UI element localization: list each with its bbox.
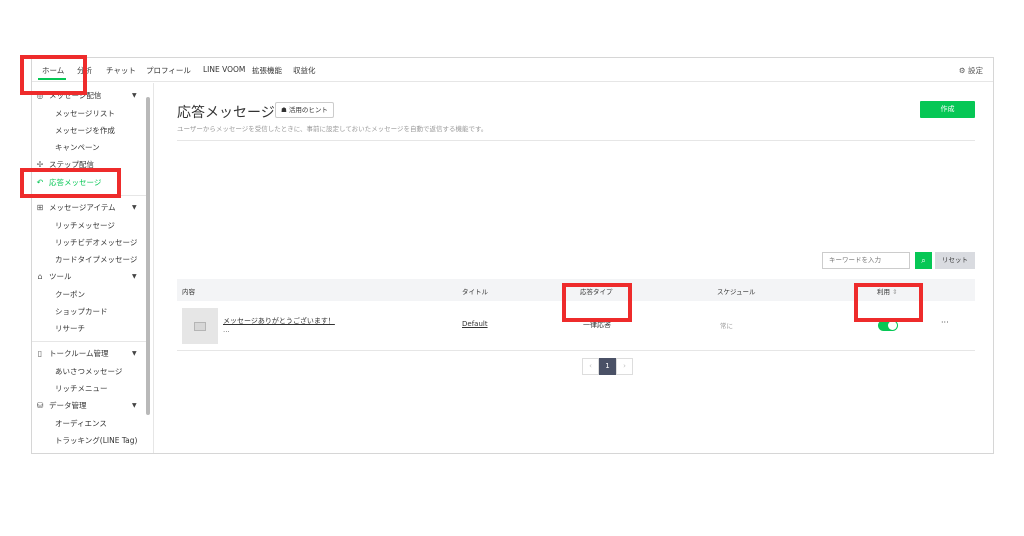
toggle-knob	[888, 321, 897, 330]
annotation-box	[20, 168, 121, 198]
prev-page-button[interactable]: ‹	[582, 358, 599, 375]
nav-monetization[interactable]: 収益化	[293, 65, 316, 76]
sidebar-item-campaign[interactable]: キャンペーン	[55, 142, 100, 153]
item-box-icon: ⊞	[36, 202, 44, 212]
schedule-value: 常に	[720, 322, 733, 330]
annotation-box	[854, 283, 923, 322]
sidebar: ◎ メッセージ配信 ▼ メッセージリスト メッセージを作成 キャンペーン ✢ ス…	[32, 83, 154, 453]
more-options-icon[interactable]: ···	[941, 318, 949, 327]
shop-icon: ⌂	[37, 271, 43, 281]
sidebar-item-audience[interactable]: オーディエンス	[55, 418, 107, 429]
settings-link[interactable]: ⚙ 設定	[959, 65, 983, 76]
sidebar-section-tools[interactable]: ⌂ ツール	[36, 271, 71, 282]
nav-chat[interactable]: チャット	[106, 65, 136, 76]
chevron-down-icon[interactable]: ▼	[132, 350, 137, 357]
hint-button[interactable]: ☗ 活用のヒント	[275, 102, 334, 118]
app-window: ホーム 分析 チャット プロフィール LINE VOOM 拡張機能 収益化 ⚙ …	[31, 57, 994, 454]
page-description: ユーザーからメッセージを受信したときに、事前に設定しておいたメッセージを自動で返…	[177, 125, 488, 133]
sidebar-section-data[interactable]: ⛁ データ管理	[36, 400, 87, 411]
message-thumbnail	[182, 308, 218, 344]
document-icon: ▯	[37, 348, 43, 358]
reset-button[interactable]: リセット	[935, 252, 975, 269]
chevron-down-icon[interactable]: ▼	[132, 92, 137, 99]
top-nav: ホーム 分析 チャット プロフィール LINE VOOM 拡張機能 収益化 ⚙ …	[32, 58, 993, 82]
gear-icon: ⚙	[958, 66, 966, 75]
column-schedule: スケジュール	[717, 288, 756, 296]
sidebar-item-shop-card[interactable]: ショップカード	[55, 306, 108, 317]
page-title: 応答メッセージ	[177, 105, 275, 121]
annotation-box	[20, 55, 87, 95]
divider	[32, 341, 146, 342]
sidebar-item-research[interactable]: リサーチ	[55, 323, 85, 334]
image-placeholder-icon	[194, 321, 206, 331]
column-title: タイトル	[462, 288, 488, 296]
search-button[interactable]: ⌕	[915, 252, 932, 269]
main-content: 応答メッセージ ☗ 活用のヒント ユーザーからメッセージを受信したときに、事前に…	[177, 83, 993, 453]
database-icon: ⛁	[36, 400, 44, 410]
divider	[177, 140, 975, 141]
chevron-down-icon[interactable]: ▼	[132, 402, 137, 409]
sidebar-item-greeting[interactable]: あいさつメッセージ	[55, 366, 122, 377]
sidebar-item-rich-video[interactable]: リッチビデオメッセージ	[55, 237, 137, 248]
sidebar-scrollbar[interactable]	[146, 97, 150, 415]
chevron-down-icon[interactable]: ▼	[132, 204, 137, 211]
annotation-box	[562, 283, 632, 322]
sidebar-item-card-type[interactable]: カードタイプメッセージ	[55, 254, 137, 265]
create-button[interactable]: 作成	[920, 101, 975, 118]
page-button-current[interactable]: 1	[599, 358, 616, 375]
sidebar-section-items[interactable]: ⊞ メッセージアイテム	[36, 202, 116, 213]
graduation-cap-icon: ☗	[281, 106, 287, 114]
sidebar-section-chatroom[interactable]: ▯ トークルーム管理	[36, 348, 109, 359]
nav-profile[interactable]: プロフィール	[146, 65, 191, 76]
pagination: ‹ 1 ›	[582, 358, 633, 375]
next-page-button[interactable]: ›	[616, 358, 633, 375]
nav-extensions[interactable]: 拡張機能	[252, 65, 282, 76]
nav-line-voom[interactable]: LINE VOOM	[203, 65, 245, 74]
sidebar-item-rich-menu[interactable]: リッチメニュー	[55, 383, 108, 394]
sidebar-item-create-message[interactable]: メッセージを作成	[55, 125, 115, 136]
sidebar-item-tracking[interactable]: トラッキング(LINE Tag)	[55, 435, 137, 446]
sidebar-item-rich-message[interactable]: リッチメッセージ	[55, 220, 115, 231]
message-link[interactable]: メッセージありがとうございます！	[223, 316, 335, 326]
sidebar-item-coupon[interactable]: クーポン	[55, 289, 85, 300]
chevron-down-icon[interactable]: ▼	[132, 273, 137, 280]
search-input[interactable]	[822, 252, 910, 269]
message-preview: ...	[223, 326, 230, 334]
sidebar-item-message-list[interactable]: メッセージリスト	[55, 108, 115, 119]
column-content: 内容	[182, 288, 195, 296]
search-icon: ⌕	[921, 256, 926, 265]
title-link[interactable]: Default	[462, 320, 488, 328]
